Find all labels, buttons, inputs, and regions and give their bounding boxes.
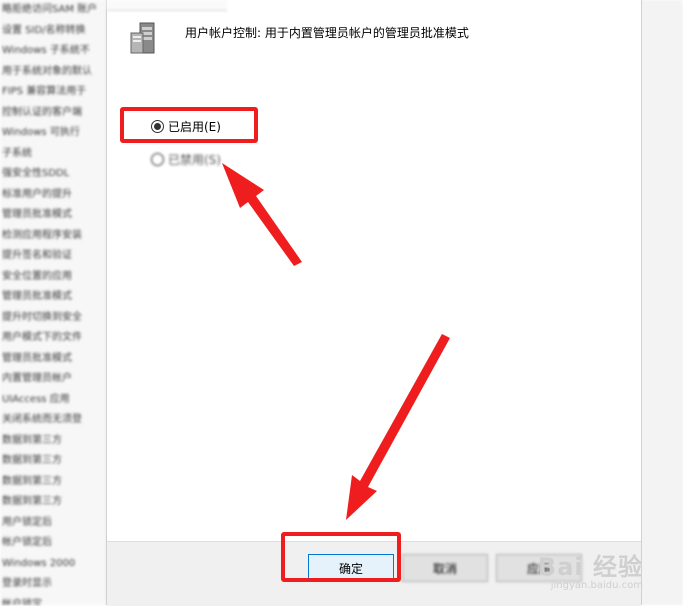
watermark-url: jingyan.baidu.com <box>550 580 643 591</box>
annotation-arrows <box>222 163 450 520</box>
baidu-watermark: Bai 经验 jingyan.baidu.com <box>538 547 643 591</box>
arrow-to-enabled-icon <box>222 163 302 266</box>
arrow-to-ok-icon <box>346 334 450 520</box>
watermark-brand: Bai 经验 <box>537 553 643 581</box>
